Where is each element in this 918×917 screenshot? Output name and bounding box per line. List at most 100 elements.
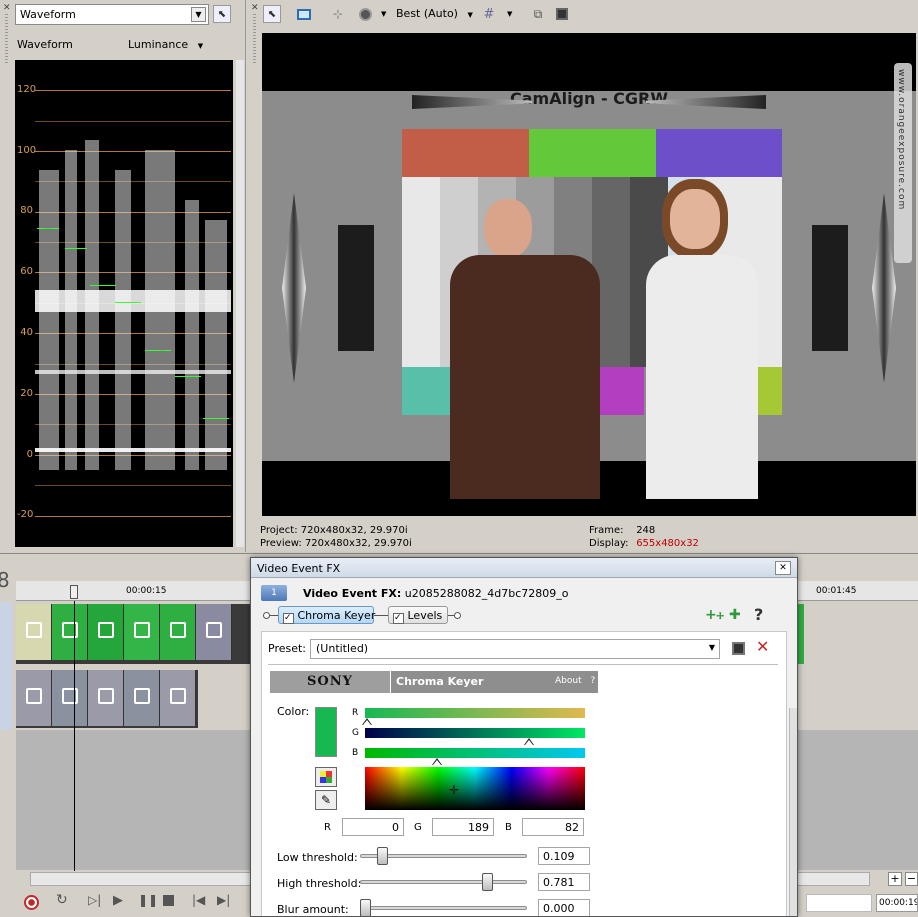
play-button[interactable]: ▶ xyxy=(113,893,123,908)
gridline xyxy=(35,485,231,486)
vendor-logo-text: SONY xyxy=(307,674,353,689)
go-start-button[interactable]: |◀ xyxy=(192,893,205,907)
zoom-in-button[interactable]: + xyxy=(888,872,902,886)
save-snapshot-button[interactable] xyxy=(553,5,571,23)
event-fx-icon xyxy=(134,622,150,638)
chain-end-node xyxy=(454,612,461,619)
b-input[interactable]: 82 xyxy=(522,818,584,836)
frame-label: Frame: xyxy=(589,525,624,536)
chart-side-wedge xyxy=(282,193,306,383)
high-threshold-input[interactable]: 0.781 xyxy=(538,873,590,891)
color-swatch[interactable] xyxy=(315,707,337,757)
low-threshold-input[interactable]: 0.109 xyxy=(538,847,590,865)
dialog-titlebar[interactable]: Video Event FX ✕ xyxy=(251,558,797,578)
grid-button[interactable]: # xyxy=(480,5,498,23)
remove-plugin-button[interactable]: ✚ xyxy=(729,607,741,623)
copy-snapshot-button[interactable]: ⧉ xyxy=(529,5,547,23)
r-input[interactable]: 0 xyxy=(342,818,404,836)
chain-plugin-levels[interactable]: ✓ Levels xyxy=(388,606,448,624)
preview-label: Preview: xyxy=(260,538,302,549)
save-preset-button[interactable] xyxy=(732,642,745,655)
blur-amount-input[interactable]: 0.000 xyxy=(538,899,590,916)
loop-button[interactable]: ↻ xyxy=(56,892,68,908)
scopes-grip[interactable] xyxy=(5,14,8,64)
about-link[interactable]: About ? xyxy=(555,676,595,686)
b-gradient-slider[interactable] xyxy=(365,748,585,758)
g-slider-marker[interactable] xyxy=(524,738,534,745)
eyedropper-button[interactable]: ✎ xyxy=(315,790,337,810)
scope-settings-button[interactable]: ⬉ xyxy=(213,5,231,23)
track-number: 8 xyxy=(0,568,10,592)
color-spectrum[interactable]: ✛ xyxy=(365,767,585,810)
project-info: Project: 720x480x32, 29.970i Preview: 72… xyxy=(260,524,412,550)
scopes-scrollbar[interactable] xyxy=(236,60,244,547)
scope-mode-select[interactable]: Luminance ▼ xyxy=(128,38,203,51)
clip-thumbnail xyxy=(88,670,124,726)
delete-preset-button[interactable]: ✕ xyxy=(756,637,769,656)
external-monitor-button[interactable] xyxy=(295,5,313,23)
time-field[interactable]: 00:00:19 xyxy=(876,894,918,912)
add-plugin-button[interactable]: +⧾ xyxy=(705,607,724,623)
scopes-close-button[interactable]: ✕ xyxy=(3,3,11,13)
g-input-value: 189 xyxy=(468,821,489,834)
stop-button[interactable] xyxy=(163,895,174,906)
g-input[interactable]: 189 xyxy=(432,818,494,836)
scope-type-select[interactable]: Waveform ▼ xyxy=(15,4,209,25)
play-from-start-button[interactable]: ▷| xyxy=(88,893,101,907)
high-threshold-slider[interactable] xyxy=(360,880,527,884)
record-button[interactable] xyxy=(24,895,39,910)
preset-value: (Untitled) xyxy=(316,642,369,655)
preview-close-button[interactable]: ✕ xyxy=(251,3,259,13)
high-threshold-thumb[interactable] xyxy=(481,873,493,891)
scale-label-minus-20: -20 xyxy=(17,509,34,520)
frame-value: 248 xyxy=(636,525,656,536)
channel-letter-r: R xyxy=(352,708,359,718)
scope-title: Waveform xyxy=(17,38,73,51)
split-screen-button[interactable]: ⊹ xyxy=(329,5,347,23)
preview-select-button[interactable]: ⬉ xyxy=(263,5,281,23)
zoom-out-button[interactable]: − xyxy=(905,872,918,886)
r-gradient-slider[interactable] xyxy=(365,708,585,718)
overlays-button[interactable] xyxy=(356,5,374,23)
dialog-scrollbar[interactable] xyxy=(789,708,797,916)
fx-heading-value: u2085288082_4d7bc72809_o xyxy=(404,587,569,600)
pointer-icon: ⬉ xyxy=(267,8,277,20)
g-gradient-slider[interactable] xyxy=(365,728,585,738)
plugin-help-button[interactable]: ? xyxy=(754,605,763,624)
overlays-chevron-icon[interactable]: ▼ xyxy=(381,10,386,18)
video-preview: CamAlign - CGRW www.orangeexposure.com xyxy=(262,33,916,516)
chain-plugin-chroma-keyer[interactable]: ✓ Chroma Keyer xyxy=(278,606,375,624)
clip-thumbnail xyxy=(16,604,52,660)
person-left-body xyxy=(450,255,600,499)
playhead-handle[interactable] xyxy=(70,585,78,599)
high-threshold-label: High threshold: xyxy=(277,877,362,890)
video-track-1[interactable] xyxy=(16,604,250,664)
pause-button[interactable]: ❚❚ xyxy=(138,893,158,907)
blur-amount-value: 0.000 xyxy=(543,902,575,915)
person-right-body xyxy=(646,255,758,499)
bypass-checkbox[interactable]: ✓ xyxy=(283,613,294,624)
preview-quality-select[interactable]: Best (Auto) ▼ xyxy=(396,7,473,20)
preset-select[interactable]: (Untitled) ▼ xyxy=(310,639,720,659)
bypass-checkbox[interactable]: ✓ xyxy=(393,613,404,624)
video-track-2[interactable] xyxy=(16,670,198,728)
fx-heading: Video Event FX: u2085288082_4d7bc72809_o xyxy=(303,587,568,600)
dialog-close-button[interactable]: ✕ xyxy=(775,561,791,575)
waveform-display: 120 100 80 60 40 20 0 -20 xyxy=(15,60,233,547)
time-field-left[interactable] xyxy=(806,894,872,912)
b-slider-marker[interactable] xyxy=(432,758,442,765)
color-picker-button[interactable] xyxy=(315,767,337,787)
track-header[interactable] xyxy=(0,602,12,730)
go-end-button[interactable]: ▶| xyxy=(217,893,230,907)
crosshair-icon: ✛ xyxy=(449,783,460,797)
scale-label-80: 80 xyxy=(20,205,33,216)
low-threshold-thumb[interactable] xyxy=(377,847,388,865)
display-label: Display: xyxy=(589,538,629,549)
grid-chevron-icon[interactable]: ▼ xyxy=(507,10,512,18)
blur-amount-slider[interactable] xyxy=(360,906,527,910)
r-slider-marker[interactable] xyxy=(362,718,372,725)
preview-grip[interactable] xyxy=(253,14,256,64)
fx-heading-label: Video Event FX: xyxy=(303,587,402,600)
blur-amount-thumb[interactable] xyxy=(360,899,371,916)
channel-letter-b: B xyxy=(352,748,359,758)
